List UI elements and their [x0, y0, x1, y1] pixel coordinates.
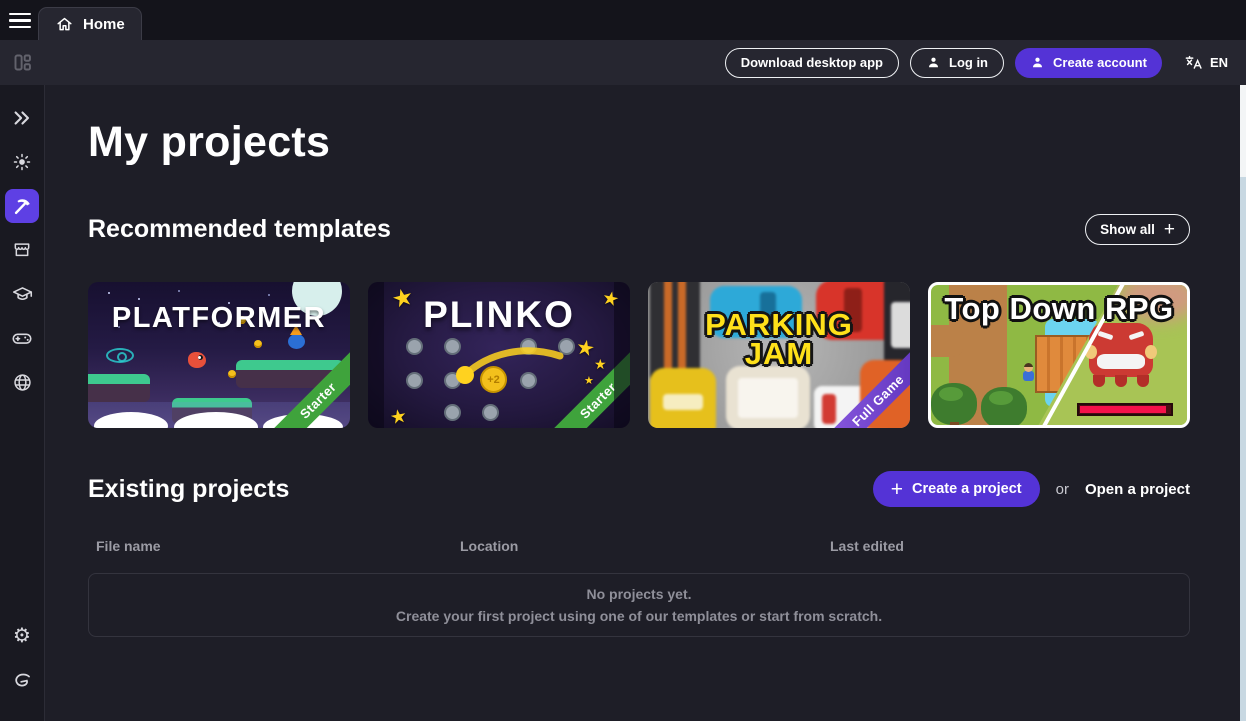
- template-card-parking-jam[interactable]: PARKING JAM Full Game: [648, 282, 910, 428]
- download-desktop-app-label: Download desktop app: [741, 55, 883, 70]
- language-label: EN: [1210, 55, 1228, 70]
- download-desktop-app-button[interactable]: Download desktop app: [725, 48, 899, 78]
- gear-icon: ⚙: [13, 626, 31, 646]
- plinko-bonus-coin: +2: [480, 366, 507, 393]
- page-title: My projects: [88, 118, 1190, 167]
- create-project-button[interactable]: + Create a project: [873, 471, 1040, 507]
- star-icon: ★: [584, 374, 594, 387]
- card-art-player: [188, 352, 206, 368]
- spark-sun-icon: [12, 152, 32, 172]
- card-art-platform: [88, 374, 150, 402]
- sidebar-item-shop[interactable]: [5, 233, 39, 267]
- expand-sidebar-button[interactable]: [5, 101, 39, 135]
- globe-icon: [12, 372, 33, 393]
- scrollbar-thumb[interactable]: [1240, 85, 1246, 177]
- graduation-cap-icon: [12, 284, 33, 305]
- person-icon: [1030, 55, 1045, 70]
- gamepad-icon: [11, 327, 33, 349]
- sidebar-item-learn[interactable]: [5, 277, 39, 311]
- show-all-label: Show all: [1100, 222, 1155, 237]
- home-icon: [55, 15, 74, 34]
- storefront-icon: [12, 240, 32, 260]
- tab-home[interactable]: Home: [38, 7, 142, 40]
- sidebar-item-about-gdevelop[interactable]: [5, 663, 39, 697]
- column-file-name: File name: [88, 538, 460, 554]
- template-cards-row: PLATFORMER Starter: [88, 282, 1190, 428]
- card-art-coin: [228, 370, 236, 378]
- log-in-button[interactable]: Log in: [910, 48, 1004, 78]
- toolbar: Download desktop app Log in Create accou…: [0, 40, 1246, 85]
- double-chevron-right-icon: [11, 107, 33, 129]
- plus-icon: +: [1164, 220, 1175, 239]
- sidebar-item-play[interactable]: [5, 321, 39, 355]
- template-card-plinko[interactable]: +2 ★ ★ ★ ★ ★ ★ PLINKO Starter: [368, 282, 630, 428]
- card-art-path: [928, 325, 963, 357]
- column-location: Location: [460, 538, 830, 554]
- card-art-health-bar: [1077, 403, 1173, 416]
- card-title: Top Down RPG: [931, 291, 1187, 327]
- column-last-edited: Last edited: [830, 538, 904, 554]
- sidebar-item-community[interactable]: [5, 365, 39, 399]
- card-title: PARKING JAM: [648, 310, 910, 369]
- card-art-car: [726, 366, 810, 428]
- plus-icon: +: [891, 479, 903, 500]
- tab-home-label: Home: [83, 16, 125, 33]
- sidebar-item-preferences[interactable]: ⚙: [5, 619, 39, 653]
- main-content: My projects Recommended templates Show a…: [45, 85, 1246, 721]
- log-in-label: Log in: [949, 55, 988, 70]
- create-account-label: Create account: [1053, 55, 1147, 70]
- language-selector[interactable]: EN: [1184, 53, 1228, 72]
- card-art-coin: [254, 340, 262, 348]
- template-card-top-down-rpg[interactable]: Top Down RPG: [928, 282, 1190, 428]
- translate-icon: [1184, 53, 1203, 72]
- sidebar-item-get-started[interactable]: [5, 145, 39, 179]
- create-project-label: Create a project: [912, 481, 1022, 497]
- card-art-tree: [981, 387, 1027, 428]
- empty-projects-placeholder: No projects yet. Create your first proje…: [88, 573, 1190, 637]
- card-art-tree: [931, 383, 977, 425]
- window-topbar: Home: [0, 0, 1246, 40]
- card-title: PLATFORMER: [88, 302, 350, 335]
- create-account-button[interactable]: Create account: [1015, 48, 1162, 78]
- sidebar-item-build[interactable]: [5, 189, 39, 223]
- open-project-link[interactable]: Open a project: [1085, 481, 1190, 498]
- recommended-templates-heading: Recommended templates: [88, 215, 391, 244]
- gdevelop-home-window: Home Download desktop app Log in: [0, 0, 1246, 721]
- panels-layout-icon[interactable]: [12, 52, 33, 73]
- sidebar: ⚙: [0, 85, 45, 721]
- projects-table-header: File name Location Last edited: [88, 538, 1190, 554]
- gdevelop-logo-icon: [12, 670, 33, 691]
- existing-projects-heading: Existing projects: [88, 475, 289, 504]
- person-icon: [926, 55, 941, 70]
- main-menu-hamburger-icon[interactable]: [9, 13, 31, 28]
- card-art-hero: [1023, 371, 1034, 381]
- pickaxe-icon: [11, 195, 33, 217]
- empty-subtitle: Create your first project using one of o…: [396, 608, 882, 624]
- or-text: or: [1056, 481, 1069, 498]
- card-art-stars: [108, 292, 110, 294]
- card-art-enemy: [288, 334, 305, 349]
- vertical-scrollbar[interactable]: [1240, 85, 1246, 721]
- card-art-car: [650, 368, 716, 428]
- template-card-platformer[interactable]: PLATFORMER Starter: [88, 282, 350, 428]
- card-art-eye: [106, 348, 134, 363]
- empty-title: No projects yet.: [586, 586, 691, 602]
- star-icon: ★: [594, 356, 607, 373]
- show-all-button[interactable]: Show all +: [1085, 214, 1190, 245]
